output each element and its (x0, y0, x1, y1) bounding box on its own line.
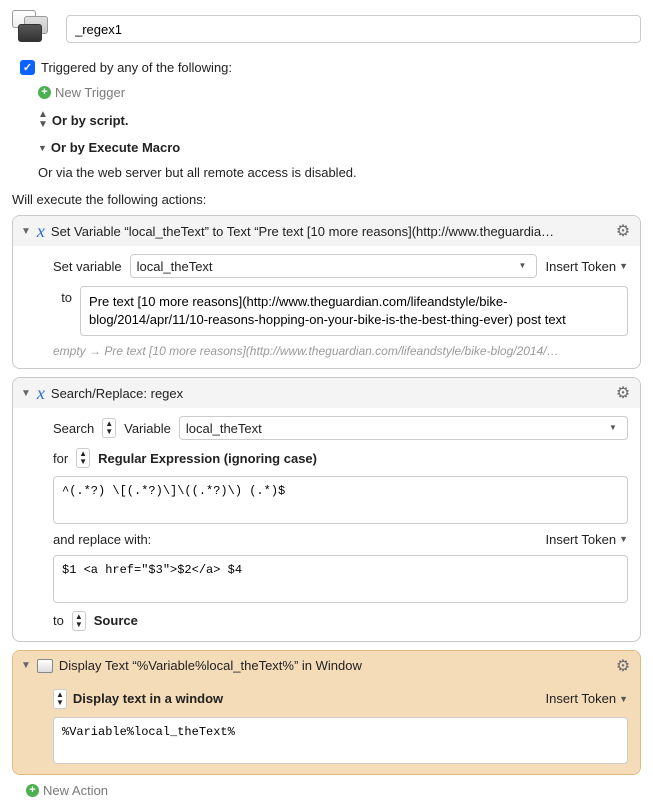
trigger-enable-label: Triggered by any of the following: (41, 60, 232, 75)
plus-icon: + (26, 784, 39, 797)
set-variable-label: Set variable (53, 259, 122, 274)
variable-name-dropdown[interactable]: local_theText ▼ (130, 254, 538, 278)
or-web-server-text: Or via the web server but all remote acc… (38, 165, 641, 180)
gear-icon[interactable]: ⚙ (614, 384, 632, 402)
or-by-execute-macro[interactable]: ▼ Or by Execute Macro (38, 140, 641, 155)
to-label: to (53, 286, 72, 305)
trigger-list: + New Trigger ▲▼ Or by script. ▼ Or by E… (38, 85, 641, 180)
action-header[interactable]: ▼ x Search/Replace: regex ⚙ (13, 378, 640, 408)
action-header[interactable]: ▼ Display Text “%Variable%local_theText%… (13, 651, 640, 681)
insert-token-button[interactable]: Insert Token ▼ (545, 691, 628, 706)
display-mode: Display text in a window (73, 691, 223, 706)
disclosure-icon[interactable]: ▼ (21, 660, 31, 671)
execute-actions-label: Will execute the following actions: (12, 192, 641, 207)
insert-token-button[interactable]: Insert Token ▼ (545, 532, 628, 547)
to-label: to (53, 613, 64, 628)
chevron-down-icon: ▼ (38, 143, 47, 153)
plus-icon: + (38, 86, 51, 99)
regex-pattern-input[interactable] (53, 476, 628, 524)
trigger-enable-checkbox[interactable]: ✓ (20, 60, 35, 75)
window-icon (37, 659, 53, 673)
variable-label: Variable (124, 421, 171, 436)
action-set-variable: ▼ x Set Variable “local_theText” to Text… (12, 215, 641, 369)
updown-icon: ▲▼ (38, 110, 48, 130)
or-by-script[interactable]: ▲▼ Or by script. (38, 110, 641, 130)
action-search-replace: ▼ x Search/Replace: regex ⚙ Search ▲▼ Va… (12, 377, 641, 641)
disclosure-icon[interactable]: ▼ (21, 226, 31, 237)
display-text-input[interactable] (53, 717, 628, 765)
disclosure-icon[interactable]: ▼ (21, 388, 31, 399)
action-display-text: ▼ Display Text “%Variable%local_theText%… (12, 650, 641, 776)
updown-icon[interactable]: ▲▼ (53, 689, 67, 709)
for-label: for (53, 451, 68, 466)
macro-name-input[interactable] (66, 15, 641, 43)
gear-icon[interactable]: ⚙ (614, 222, 632, 240)
chevron-down-icon: ▼ (514, 262, 530, 270)
new-trigger-label: New Trigger (55, 85, 125, 100)
variable-icon: x (37, 384, 45, 402)
to-text-input[interactable] (80, 286, 628, 336)
chevron-down-icon: ▼ (605, 424, 621, 432)
new-action-button[interactable]: + New Action (26, 783, 641, 798)
chevron-down-icon: ▼ (619, 694, 628, 704)
variable-icon: x (37, 222, 45, 240)
updown-icon[interactable]: ▲▼ (102, 418, 116, 438)
for-type: Regular Expression (ignoring case) (98, 451, 317, 466)
replace-with-label: and replace with: (53, 532, 151, 547)
search-variable-dropdown[interactable]: local_theText ▼ (179, 416, 628, 440)
new-action-label: New Action (43, 783, 108, 798)
macro-icon (12, 10, 56, 48)
trigger-enable-row: ✓ Triggered by any of the following: (20, 60, 641, 75)
new-trigger-button[interactable]: + New Trigger (38, 85, 641, 100)
action-title: Search/Replace: regex (51, 386, 608, 401)
gear-icon[interactable]: ⚙ (614, 657, 632, 675)
to-target: Source (94, 613, 138, 628)
action-title: Display Text “%Variable%local_theText%” … (59, 658, 608, 673)
search-label: Search (53, 421, 94, 436)
insert-token-button[interactable]: Insert Token ▼ (545, 259, 628, 274)
updown-icon[interactable]: ▲▼ (72, 611, 86, 631)
action-header[interactable]: ▼ x Set Variable “local_theText” to Text… (13, 216, 640, 246)
action-title: Set Variable “local_theText” to Text “Pr… (51, 224, 608, 239)
updown-icon[interactable]: ▲▼ (76, 448, 90, 468)
chevron-down-icon: ▼ (619, 534, 628, 544)
replace-value-input[interactable] (53, 555, 628, 603)
chevron-down-icon: ▼ (619, 261, 628, 271)
macro-header (12, 10, 641, 48)
preview-line: empty → Pre text [10 more reasons](http:… (53, 344, 628, 358)
